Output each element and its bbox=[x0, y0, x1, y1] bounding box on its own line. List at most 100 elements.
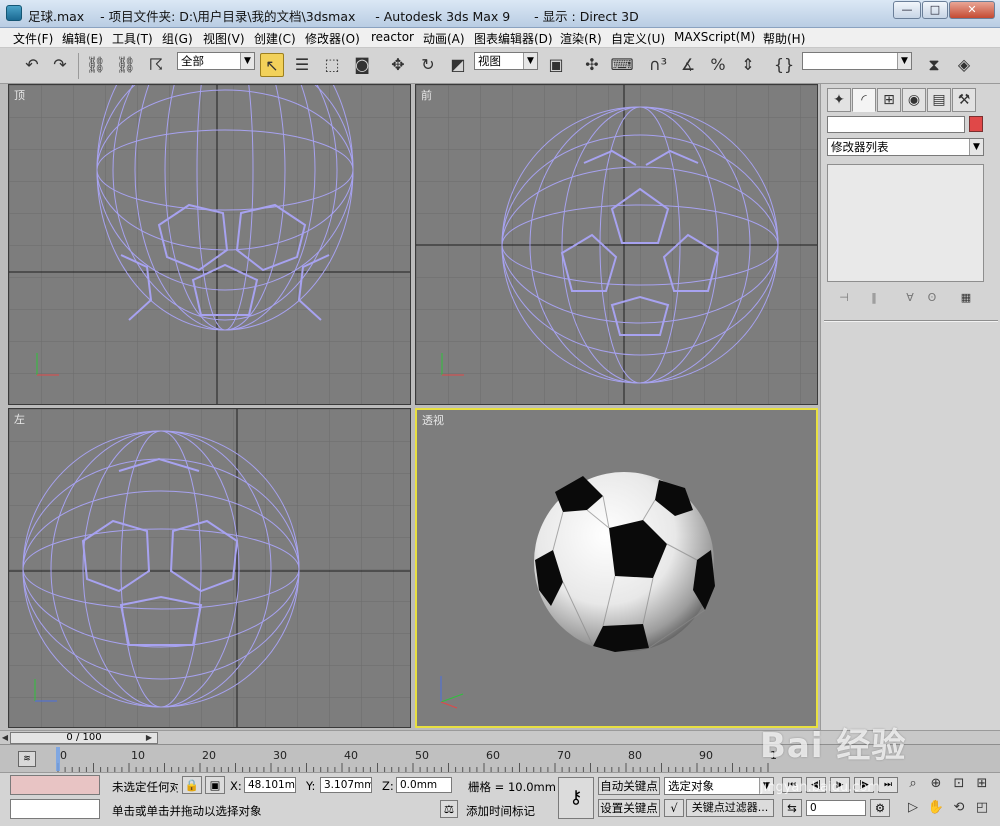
menu-create[interactable]: 创建(C) bbox=[254, 30, 296, 47]
align-icon[interactable]: ◈ bbox=[952, 53, 976, 77]
select-object-icon[interactable]: ↖ bbox=[260, 53, 284, 77]
undo-icon[interactable]: ↶ bbox=[20, 53, 44, 77]
time-next-arrow-icon[interactable]: ▶ bbox=[142, 732, 156, 744]
key-mode-dropdown[interactable]: 选定对象 ▼ bbox=[664, 777, 774, 795]
spinner-snap-icon[interactable]: ⇕ bbox=[736, 53, 760, 77]
time-configuration-icon[interactable]: ⚙ bbox=[870, 799, 890, 817]
menu-group[interactable]: 组(G) bbox=[162, 30, 193, 47]
maximize-viewport-icon[interactable]: ◰ bbox=[971, 799, 993, 817]
show-end-result-icon[interactable]: ‖ bbox=[865, 290, 883, 306]
maxscript-listener-field[interactable] bbox=[10, 775, 100, 795]
viewport-label-left[interactable]: 左 bbox=[14, 411, 25, 427]
selection-filter-dropdown[interactable]: 全部 ▼ bbox=[177, 52, 255, 70]
utilities-tab-icon[interactable]: ⚒ bbox=[952, 88, 976, 112]
go-to-start-icon[interactable]: ⏮ bbox=[782, 777, 802, 793]
viewport-label-perspective[interactable]: 透视 bbox=[422, 412, 444, 428]
field-of-view-icon[interactable]: ▷ bbox=[902, 799, 924, 817]
curve-editor-icon[interactable]: ≋ bbox=[18, 751, 36, 767]
menu-customize[interactable]: 自定义(U) bbox=[611, 30, 665, 47]
app-icon[interactable] bbox=[6, 5, 22, 21]
add-time-tag-button[interactable]: 添加时间标记 bbox=[466, 803, 535, 819]
time-slider[interactable]: 0 / 100 bbox=[10, 732, 158, 744]
menu-rendering[interactable]: 渲染(R) bbox=[560, 30, 602, 47]
menu-animation[interactable]: 动画(A) bbox=[423, 30, 465, 47]
object-name-input[interactable] bbox=[827, 116, 965, 133]
key-filters-button[interactable]: 关键点过滤器... bbox=[686, 799, 774, 817]
reference-coordinate-dropdown[interactable]: 视图 ▼ bbox=[474, 52, 538, 70]
redo-icon[interactable]: ↷ bbox=[48, 53, 72, 77]
menu-maxscript[interactable]: MAXScript(M) bbox=[674, 30, 755, 44]
remove-modifier-icon[interactable]: ʘ bbox=[923, 290, 941, 306]
viewport-label-top[interactable]: 顶 bbox=[14, 87, 25, 103]
previous-frame-icon[interactable]: ◀| bbox=[806, 777, 826, 793]
time-prev-arrow-icon[interactable]: ◀ bbox=[0, 732, 10, 744]
menu-help[interactable]: 帮助(H) bbox=[763, 30, 805, 47]
maximize-button[interactable]: □ bbox=[922, 1, 948, 19]
key-filter-icon[interactable]: √ bbox=[664, 799, 684, 817]
menu-graph-editors[interactable]: 图表编辑器(D) bbox=[474, 30, 553, 47]
zoom-extents-icon[interactable]: ⊡ bbox=[948, 775, 970, 793]
maxscript-mini-listener[interactable] bbox=[10, 799, 100, 819]
unlink-selection-icon[interactable]: ⛓ bbox=[114, 53, 138, 77]
mirror-icon[interactable]: ⧗ bbox=[922, 53, 946, 77]
set-key-button[interactable]: 设置关键点 bbox=[598, 799, 660, 817]
create-tab-icon[interactable]: ✦ bbox=[827, 88, 851, 112]
modifier-list-dropdown[interactable]: 修改器列表 ▼ bbox=[827, 138, 984, 156]
menu-file[interactable]: 文件(F) bbox=[13, 30, 53, 47]
menu-tools[interactable]: 工具(T) bbox=[112, 30, 153, 47]
angle-snap-icon[interactable]: ∡ bbox=[676, 53, 700, 77]
absolute-mode-icon[interactable]: ▣ bbox=[205, 776, 225, 794]
pin-stack-icon[interactable]: ⊣ bbox=[835, 290, 853, 306]
modifier-stack-list[interactable] bbox=[827, 164, 984, 282]
select-and-link-icon[interactable]: ⛓ bbox=[84, 53, 108, 77]
bind-to-space-warp-icon[interactable]: ☈ bbox=[144, 53, 168, 77]
viewport-left[interactable]: 左 bbox=[8, 408, 411, 728]
minimize-button[interactable]: — bbox=[893, 1, 921, 19]
auto-key-button[interactable]: 自动关键点 bbox=[598, 777, 660, 795]
menu-modifiers[interactable]: 修改器(O) bbox=[305, 30, 360, 47]
next-frame-icon[interactable]: |▶ bbox=[854, 777, 874, 793]
go-to-end-icon[interactable]: ⏭ bbox=[878, 777, 898, 793]
viewport-perspective[interactable]: 透视 bbox=[415, 408, 818, 728]
zoom-icon[interactable]: ⌕ bbox=[902, 775, 924, 793]
configure-modifier-sets-icon[interactable]: ▦ bbox=[957, 290, 975, 306]
window-crossing-icon[interactable]: ◙ bbox=[350, 53, 374, 77]
zoom-extents-all-icon[interactable]: ⊞ bbox=[971, 775, 993, 793]
keyboard-shortcut-override-icon[interactable]: ⌨ bbox=[610, 53, 634, 77]
x-coordinate-field[interactable]: 48.101mm bbox=[244, 777, 296, 793]
viewport-front[interactable]: 前 bbox=[415, 84, 818, 405]
viewport-label-front[interactable]: 前 bbox=[421, 87, 432, 103]
set-key-icon[interactable]: ⚷ bbox=[558, 777, 594, 819]
select-and-manipulate-icon[interactable]: ✣ bbox=[580, 53, 604, 77]
make-unique-icon[interactable]: ∀ bbox=[901, 290, 919, 306]
display-tab-icon[interactable]: ▤ bbox=[927, 88, 951, 112]
select-by-name-icon[interactable]: ☰ bbox=[290, 53, 314, 77]
current-frame-field[interactable]: 0 bbox=[806, 800, 866, 816]
arc-rotate-icon[interactable]: ⟲ bbox=[948, 799, 970, 817]
track-bar[interactable]: ≋ 0 10 20 30 40 50 60 70 80 90 100 bbox=[0, 744, 1000, 772]
z-coordinate-field[interactable]: 0.0mm bbox=[396, 777, 452, 793]
key-mode-toggle-icon[interactable]: ⇆ bbox=[782, 799, 802, 817]
percent-snap-icon[interactable]: % bbox=[706, 53, 730, 77]
current-time-marker[interactable] bbox=[56, 747, 60, 771]
menu-edit[interactable]: 编辑(E) bbox=[62, 30, 103, 47]
hierarchy-tab-icon[interactable]: ⊞ bbox=[877, 88, 901, 112]
menu-reactor[interactable]: reactor bbox=[371, 30, 414, 44]
pivot-center-icon[interactable]: ▣ bbox=[544, 53, 568, 77]
edit-named-selection-icon[interactable]: {} bbox=[772, 53, 796, 77]
y-coordinate-field[interactable]: 3.107mm bbox=[320, 777, 372, 793]
viewport-top[interactable]: 顶 bbox=[8, 84, 411, 405]
modify-tab-icon[interactable]: ◜ bbox=[852, 88, 876, 112]
snap-3d-icon[interactable]: ∩³ bbox=[646, 53, 670, 77]
zoom-all-icon[interactable]: ⊕ bbox=[925, 775, 947, 793]
close-button[interactable]: ✕ bbox=[949, 1, 995, 19]
object-color-swatch[interactable] bbox=[969, 116, 983, 132]
time-tag-icon[interactable]: ⚖ bbox=[440, 800, 458, 818]
motion-tab-icon[interactable]: ◉ bbox=[902, 88, 926, 112]
pan-view-icon[interactable]: ✋ bbox=[925, 799, 947, 817]
select-and-scale-icon[interactable]: ◩ bbox=[446, 53, 470, 77]
select-and-rotate-icon[interactable]: ↻ bbox=[416, 53, 440, 77]
select-and-move-icon[interactable]: ✥ bbox=[386, 53, 410, 77]
lock-selection-icon[interactable]: 🔒 bbox=[182, 776, 202, 794]
rectangular-selection-icon[interactable]: ⬚ bbox=[320, 53, 344, 77]
